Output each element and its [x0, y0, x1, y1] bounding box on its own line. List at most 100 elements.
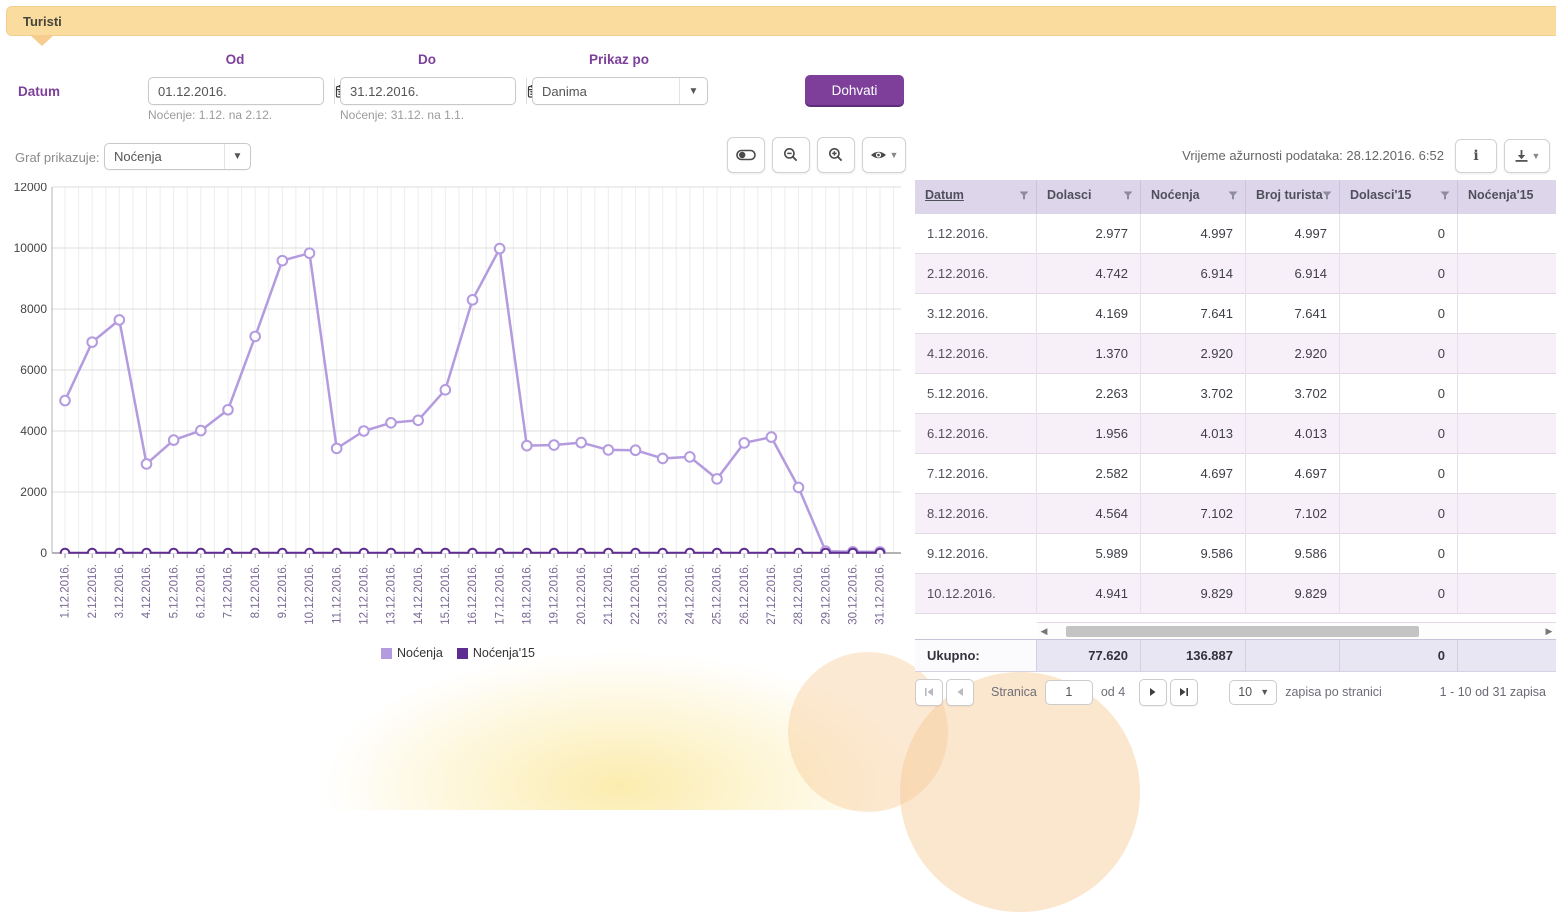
- toggle-view-button[interactable]: [727, 137, 765, 173]
- cell-value: 7.641: [1141, 294, 1246, 334]
- cell-value: 7.102: [1246, 494, 1340, 534]
- data-point[interactable]: [278, 256, 288, 266]
- column-header-label: Broj turista: [1256, 188, 1323, 202]
- table-row[interactable]: 9.12.2016.5.9899.5869.5860: [915, 534, 1556, 574]
- data-point[interactable]: [658, 454, 668, 464]
- filter-icon[interactable]: [1440, 191, 1450, 200]
- filter-icon[interactable]: [1123, 191, 1133, 200]
- table-row[interactable]: 1.12.2016.2.9774.9974.9970: [915, 214, 1556, 254]
- last-page-button[interactable]: [1170, 679, 1198, 706]
- table-horizontal-scrollbar[interactable]: ◀ ▶: [1037, 622, 1556, 640]
- page-size-select[interactable]: 10 ▼: [1229, 680, 1277, 705]
- chart-shows-label: Graf prikazuje:: [15, 150, 100, 165]
- data-point[interactable]: [495, 244, 505, 254]
- info-icon: i: [1473, 148, 1478, 164]
- next-page-button[interactable]: [1139, 679, 1167, 706]
- data-point[interactable]: [441, 385, 451, 395]
- data-point[interactable]: [604, 445, 614, 455]
- page-number-input[interactable]: [1045, 680, 1093, 705]
- data-point[interactable]: [359, 426, 369, 436]
- visibility-menu-button[interactable]: ▼: [862, 137, 906, 173]
- data-point[interactable]: [386, 418, 396, 428]
- export-button[interactable]: ▼: [1504, 139, 1550, 173]
- data-point[interactable]: [115, 315, 125, 325]
- data-point[interactable]: [332, 444, 342, 454]
- table-row[interactable]: 5.12.2016.2.2633.7023.7020: [915, 374, 1556, 414]
- data-point[interactable]: [169, 435, 179, 445]
- column-header-datum[interactable]: Datum: [915, 180, 1037, 214]
- scrollbar-thumb[interactable]: [1066, 626, 1420, 637]
- display-by-select[interactable]: Danima ▼: [532, 77, 708, 105]
- cell-value: 2.582: [1037, 454, 1141, 494]
- x-axis-date-label: 25.12.2016.: [712, 564, 724, 625]
- data-point[interactable]: [223, 405, 233, 415]
- cell-value: 0: [1340, 214, 1458, 254]
- data-point[interactable]: [87, 337, 97, 347]
- filter-icon[interactable]: [1019, 191, 1029, 200]
- data-point[interactable]: [468, 295, 478, 305]
- data-point[interactable]: [250, 332, 260, 342]
- table-row[interactable]: 7.12.2016.2.5824.6974.6970: [915, 454, 1556, 494]
- x-axis-date-label: 10.12.2016.: [304, 564, 316, 625]
- prev-page-button[interactable]: [946, 679, 974, 706]
- date-to-input[interactable]: [341, 78, 526, 104]
- table-row[interactable]: 6.12.2016.1.9564.0134.0130: [915, 414, 1556, 454]
- column-header-no-enja[interactable]: Noćenja: [1141, 180, 1246, 214]
- data-point[interactable]: [196, 426, 206, 436]
- data-point[interactable]: [631, 445, 641, 455]
- filter-icon[interactable]: [1322, 191, 1332, 200]
- records-range-label: 1 - 10 od 31 zapisa: [1440, 685, 1546, 699]
- data-point[interactable]: [767, 432, 777, 442]
- fetch-button[interactable]: Dohvati: [805, 75, 904, 105]
- data-point[interactable]: [305, 248, 315, 258]
- scroll-left-icon[interactable]: ◀: [1037, 623, 1051, 640]
- to-label: Do: [340, 52, 514, 67]
- info-button[interactable]: i: [1455, 139, 1497, 173]
- x-axis-date-label: 14.12.2016.: [413, 564, 425, 625]
- table-row[interactable]: 4.12.2016.1.3702.9202.9200: [915, 334, 1556, 374]
- scrollbar-track[interactable]: [1051, 626, 1542, 637]
- cell-date: 6.12.2016.: [915, 414, 1037, 454]
- data-point[interactable]: [522, 441, 532, 451]
- column-header-dolasci-15[interactable]: Dolasci'15: [1340, 180, 1458, 214]
- table-row[interactable]: 8.12.2016.4.5647.1027.1020: [915, 494, 1556, 534]
- scroll-right-icon[interactable]: ▶: [1542, 623, 1556, 640]
- first-page-button[interactable]: [915, 679, 943, 706]
- data-point[interactable]: [712, 474, 722, 484]
- cell-date: 4.12.2016.: [915, 334, 1037, 374]
- cell-value: 9.586: [1246, 534, 1340, 574]
- page-label: Stranica: [991, 685, 1037, 699]
- cell-date: 10.12.2016.: [915, 574, 1037, 614]
- table-row[interactable]: 2.12.2016.4.7426.9146.9140: [915, 254, 1556, 294]
- date-from-input[interactable]: [149, 78, 334, 104]
- line-chart[interactable]: 0200040006000800010000120001.12.2016.2.1…: [8, 183, 908, 643]
- data-point[interactable]: [413, 416, 423, 426]
- data-point[interactable]: [576, 438, 586, 448]
- data-point[interactable]: [794, 483, 804, 493]
- zoom-out-button[interactable]: [772, 137, 810, 173]
- data-point[interactable]: [549, 440, 559, 450]
- cell-value: [1458, 374, 1556, 414]
- table-row[interactable]: 10.12.2016.4.9419.8299.8290: [915, 574, 1556, 614]
- legend-item[interactable]: Noćenja'15: [457, 646, 535, 660]
- column-header-broj-turista[interactable]: Broj turista: [1246, 180, 1340, 214]
- cell-value: 0: [1340, 294, 1458, 334]
- data-point[interactable]: [685, 452, 695, 462]
- y-axis-tick: 8000: [20, 302, 47, 316]
- column-header-dolasci[interactable]: Dolasci: [1037, 180, 1141, 214]
- column-header-label: Noćenja: [1151, 188, 1200, 202]
- zoom-in-button[interactable]: [817, 137, 855, 173]
- table-row[interactable]: 3.12.2016.4.1697.6417.6410: [915, 294, 1556, 334]
- data-point[interactable]: [142, 459, 152, 469]
- data-point[interactable]: [60, 396, 70, 406]
- y-axis-tick: 2000: [20, 485, 47, 499]
- y-axis-tick: 4000: [20, 424, 47, 438]
- chart-series-select[interactable]: Noćenja ▼: [104, 143, 251, 170]
- filter-icon[interactable]: [1228, 191, 1238, 200]
- data-point[interactable]: [739, 438, 749, 448]
- column-header-no-enja-15[interactable]: Noćenja'15: [1458, 180, 1556, 214]
- toggle-icon: [736, 149, 756, 161]
- cell-value: 6.914: [1246, 254, 1340, 294]
- cell-value: 4.169: [1037, 294, 1141, 334]
- legend-item[interactable]: Noćenja: [381, 646, 443, 660]
